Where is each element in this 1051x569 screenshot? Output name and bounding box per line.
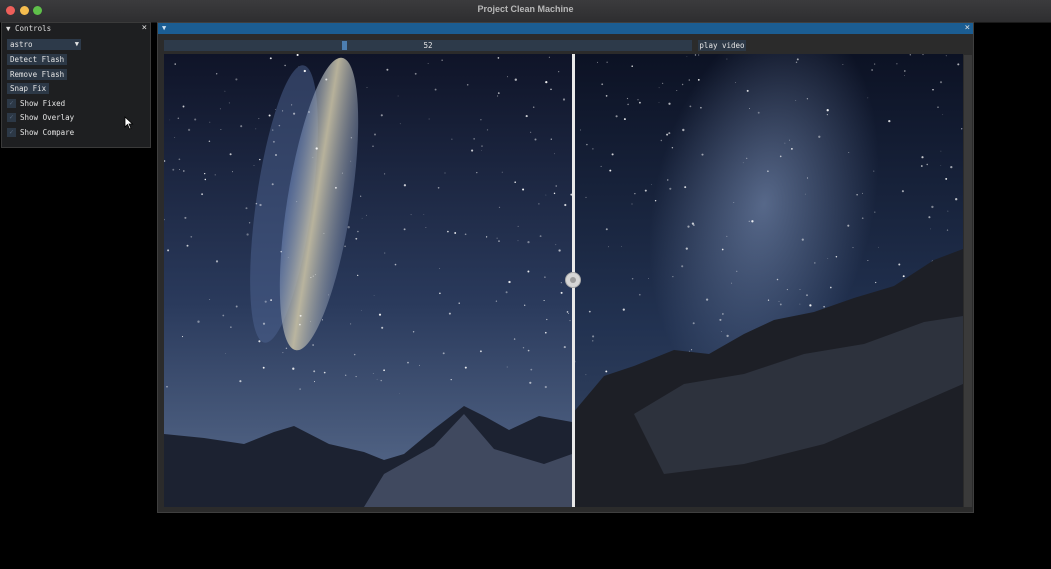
preset-dropdown[interactable]: astro ▼ [7, 39, 81, 50]
show-fixed-label: Show Fixed [20, 99, 66, 108]
controls-header[interactable]: ▼ Controls × [2, 23, 150, 34]
detect-flash-button[interactable]: Detect Flash [7, 54, 68, 65]
show-compare-label: Show Compare [20, 128, 75, 137]
show-fixed-checkbox[interactable]: ✓ Show Fixed [7, 98, 65, 109]
preset-value: astro [10, 40, 33, 49]
show-overlay-label: Show Overlay [20, 113, 75, 122]
viewer-window: ▼ × 52 play video [157, 22, 974, 513]
collapse-triangle-icon[interactable]: ▼ [162, 23, 166, 34]
checkbox-icon[interactable]: ✓ [7, 98, 16, 108]
show-compare-checkbox[interactable]: ✓ Show Compare [7, 127, 74, 138]
snap-fix-button[interactable]: Snap Fix [7, 83, 50, 94]
viewer-title-bar[interactable]: ▼ × [158, 23, 973, 34]
compare-handle[interactable] [565, 272, 581, 288]
night-sky-photo [164, 54, 963, 507]
compare-image [164, 54, 963, 507]
scrollbar[interactable] [964, 55, 972, 507]
remove-flash-button[interactable]: Remove Flash [7, 69, 68, 80]
checkbox-icon[interactable]: ✓ [7, 112, 16, 122]
title-bar: Project Clean Machine [0, 0, 1051, 23]
show-overlay-checkbox[interactable]: ✓ Show Overlay [7, 112, 74, 123]
controls-title: Controls [15, 24, 52, 33]
frame-slider[interactable]: 52 [164, 40, 692, 51]
window-title: Project Clean Machine [477, 4, 574, 14]
checkbox-icon[interactable]: ✓ [7, 127, 16, 137]
mouse-cursor-icon [124, 116, 134, 130]
close-icon[interactable]: × [142, 23, 147, 34]
play-video-button[interactable]: play video [698, 40, 746, 51]
frame-value: 52 [423, 41, 433, 50]
collapse-triangle-icon[interactable]: ▼ [6, 24, 11, 33]
dropdown-arrow-icon[interactable]: ▼ [75, 39, 79, 50]
close-icon[interactable]: × [965, 23, 970, 34]
